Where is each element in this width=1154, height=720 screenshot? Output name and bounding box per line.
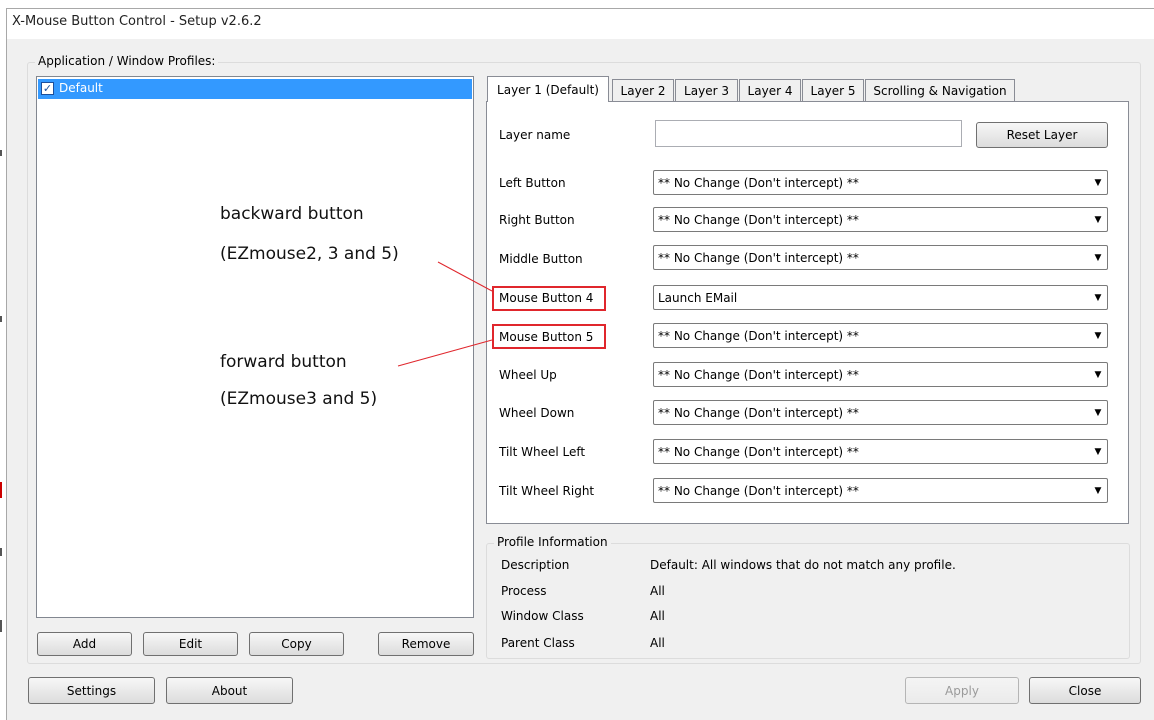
info-value-description: Default: All windows that do not match a… — [650, 558, 956, 572]
tab-layer-1[interactable]: Layer 1 (Default) — [487, 76, 609, 102]
add-profile-button[interactable]: Add — [37, 632, 132, 656]
middle-button-select[interactable]: ** No Change (Don't intercept) ** ▼ — [653, 245, 1108, 270]
close-button[interactable]: Close — [1029, 677, 1141, 704]
chevron-down-icon[interactable]: ▼ — [1089, 208, 1107, 231]
info-value-parent-class: All — [650, 636, 665, 650]
row-label-tilt-wheel-left: Tilt Wheel Left — [499, 445, 586, 459]
wheel-down-select-value: ** No Change (Don't intercept) ** — [658, 405, 859, 420]
mouse-button-4-select[interactable]: Launch EMail ▼ — [653, 285, 1108, 310]
edge-mark — [0, 316, 2, 322]
highlight-box-mouse-button-4 — [492, 286, 606, 311]
reset-layer-button[interactable]: Reset Layer — [976, 122, 1108, 148]
left-button-select[interactable]: ** No Change (Don't intercept) ** ▼ — [653, 170, 1108, 195]
tilt-wheel-right-select-value: ** No Change (Don't intercept) ** — [658, 483, 859, 498]
edge-mark — [0, 620, 2, 632]
tab-layer-4[interactable]: Layer 4 — [739, 79, 801, 101]
chevron-down-icon[interactable]: ▼ — [1089, 401, 1107, 424]
info-label-parent-class: Parent Class — [501, 636, 575, 650]
tab-layer-5[interactable]: Layer 5 — [802, 79, 864, 101]
row-label-right-button: Right Button — [499, 213, 575, 227]
edit-profile-button[interactable]: Edit — [143, 632, 238, 656]
chevron-down-icon[interactable]: ▼ — [1089, 171, 1107, 194]
left-button-select-value: ** No Change (Don't intercept) ** — [658, 175, 859, 190]
chevron-down-icon[interactable]: ▼ — [1089, 324, 1107, 347]
wheel-up-select-value: ** No Change (Don't intercept) ** — [658, 367, 859, 382]
chevron-down-icon[interactable]: ▼ — [1089, 479, 1107, 502]
tab-layer-3[interactable]: Layer 3 — [675, 79, 738, 101]
middle-button-select-value: ** No Change (Don't intercept) ** — [658, 250, 859, 265]
mouse-button-4-select-value: Launch EMail — [658, 290, 738, 305]
profile-item-label: Default — [59, 81, 103, 95]
info-value-window-class: All — [650, 609, 665, 623]
tab-layer-2[interactable]: Layer 2 — [612, 79, 674, 101]
row-label-middle-button: Middle Button — [499, 252, 583, 266]
profile-item-default[interactable]: ✓ Default — [38, 79, 472, 99]
annotation-backward-title: backward button — [220, 204, 364, 224]
info-value-process: All — [650, 584, 665, 598]
wheel-down-select[interactable]: ** No Change (Don't intercept) ** ▼ — [653, 400, 1108, 425]
highlight-box-mouse-button-5 — [492, 324, 606, 349]
profiles-group-label: Application / Window Profiles: — [35, 54, 219, 68]
profiles-list[interactable] — [36, 76, 474, 618]
annotation-forward-models: (EZmouse3 and 5) — [220, 389, 378, 409]
annotation-forward-title: forward button — [220, 352, 347, 372]
apply-button[interactable]: Apply — [905, 677, 1019, 704]
chevron-down-icon[interactable]: ▼ — [1089, 440, 1107, 463]
edge-mark — [0, 482, 2, 498]
info-label-window-class: Window Class — [501, 609, 584, 623]
right-button-select[interactable]: ** No Change (Don't intercept) ** ▼ — [653, 207, 1108, 232]
edge-mark — [0, 150, 2, 156]
info-label-process: Process — [501, 584, 547, 598]
annotation-backward-models: (EZmouse2, 3 and 5) — [220, 244, 399, 264]
mouse-button-5-select-value: ** No Change (Don't intercept) ** — [658, 328, 859, 343]
remove-profile-button[interactable]: Remove — [378, 632, 474, 656]
layer-name-input[interactable] — [655, 120, 962, 147]
settings-button[interactable]: Settings — [28, 677, 155, 704]
layer-name-label: Layer name — [499, 128, 571, 142]
profile-information-label: Profile Information — [494, 535, 611, 549]
tilt-wheel-left-select-value: ** No Change (Don't intercept) ** — [658, 444, 859, 459]
copy-profile-button[interactable]: Copy — [249, 632, 344, 656]
chevron-down-icon[interactable]: ▼ — [1089, 363, 1107, 386]
row-label-tilt-wheel-right: Tilt Wheel Right — [499, 484, 595, 498]
about-button[interactable]: About — [166, 677, 293, 704]
row-label-wheel-up: Wheel Up — [499, 368, 557, 382]
tilt-wheel-right-select[interactable]: ** No Change (Don't intercept) ** ▼ — [653, 478, 1108, 503]
row-label-left-button: Left Button — [499, 176, 566, 190]
edge-mark — [0, 548, 2, 556]
chevron-down-icon[interactable]: ▼ — [1089, 246, 1107, 269]
check-icon[interactable]: ✓ — [41, 82, 54, 95]
info-label-description: Description — [501, 558, 570, 572]
tab-scrolling-navigation[interactable]: Scrolling & Navigation — [865, 79, 1015, 101]
right-button-select-value: ** No Change (Don't intercept) ** — [658, 212, 859, 227]
chevron-down-icon[interactable]: ▼ — [1089, 286, 1107, 309]
mouse-button-5-select[interactable]: ** No Change (Don't intercept) ** ▼ — [653, 323, 1108, 348]
row-label-wheel-down: Wheel Down — [499, 406, 575, 420]
tilt-wheel-left-select[interactable]: ** No Change (Don't intercept) ** ▼ — [653, 439, 1108, 464]
wheel-up-select[interactable]: ** No Change (Don't intercept) ** ▼ — [653, 362, 1108, 387]
